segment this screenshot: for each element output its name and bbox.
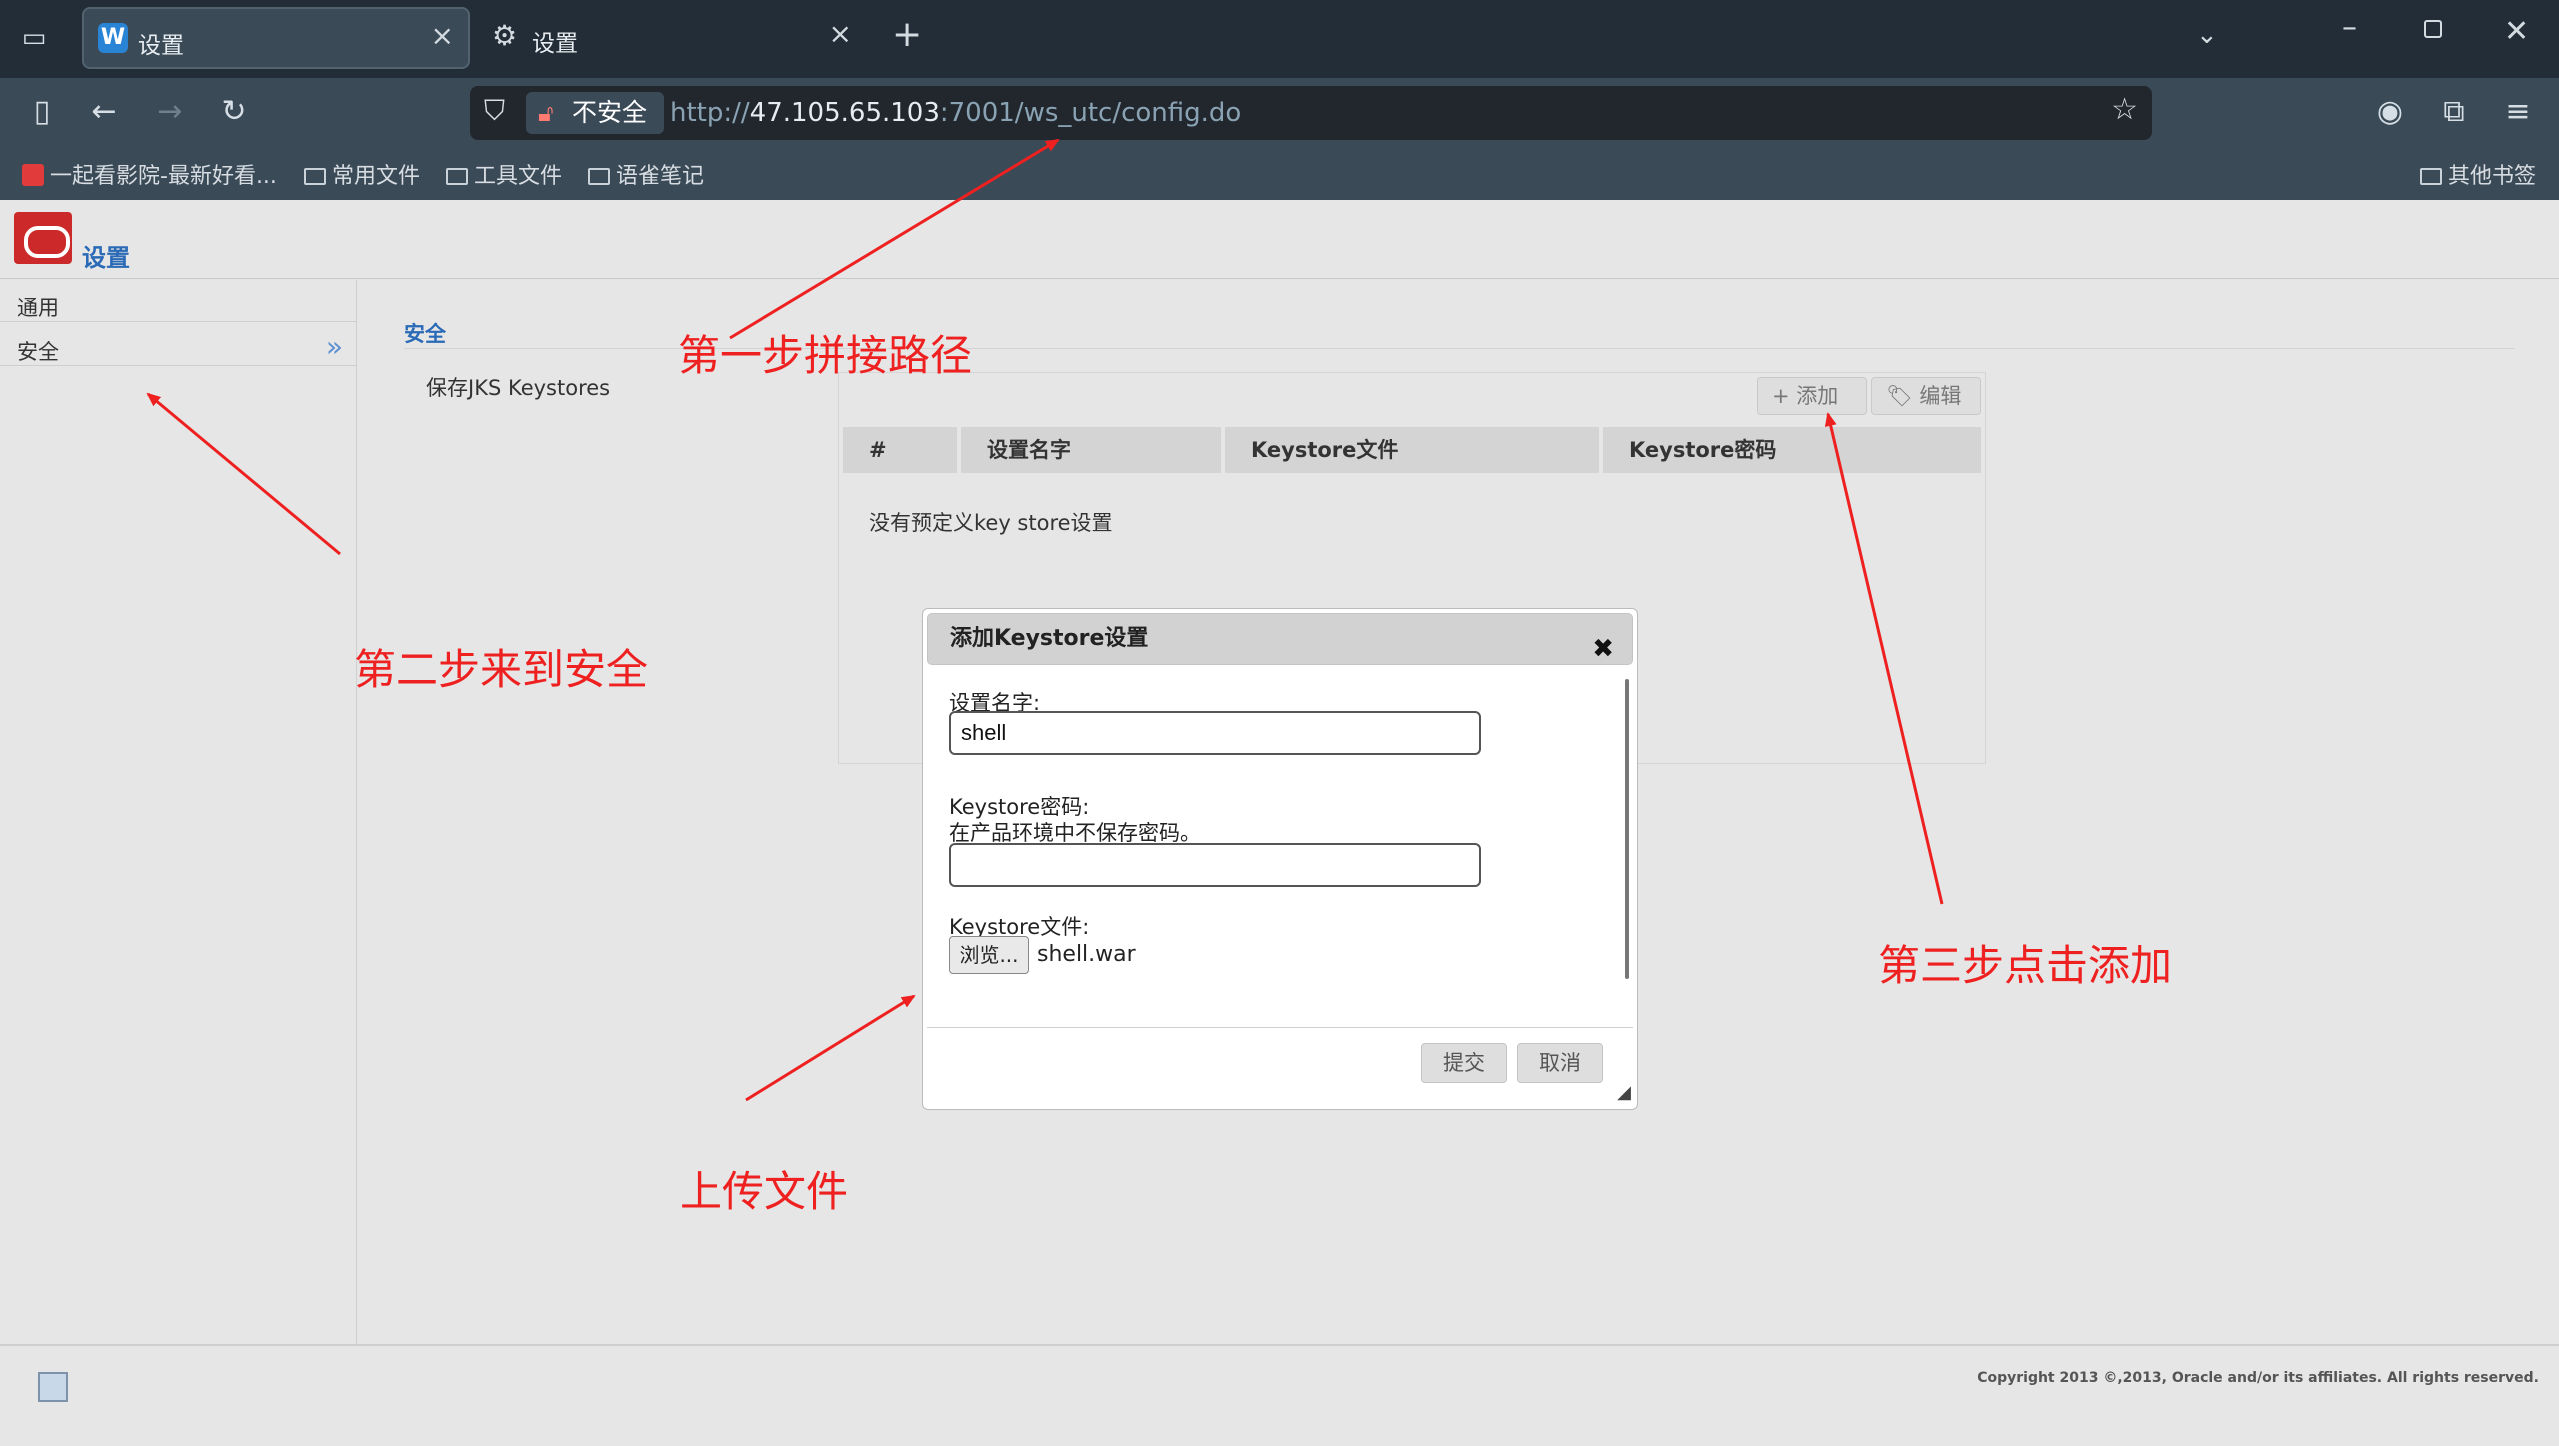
column-header: Keystore密码: [1603, 427, 1981, 473]
close-window-icon[interactable]: ✕: [2504, 14, 2529, 49]
minimize-icon[interactable]: –: [2342, 10, 2357, 45]
header-divider: [0, 278, 2559, 279]
close-icon[interactable]: ✖: [1592, 624, 1614, 674]
plus-icon: +: [1772, 384, 1797, 408]
dialog-scrollbar[interactable]: [1625, 679, 1629, 979]
gear-icon: ⚙: [492, 19, 518, 52]
bookmark-label: 一起看影院-最新好看...: [50, 164, 277, 189]
shield-icon[interactable]: ⛉: [484, 94, 505, 128]
url-path: :7001/ws_utc/config.do: [939, 98, 1242, 128]
section-title: 安全: [404, 322, 446, 346]
bookmark-label: 常用文件: [332, 164, 421, 189]
insecure-badge[interactable]: 🔓︎ 不安全: [526, 92, 664, 134]
edit-label: 编辑: [1919, 384, 1962, 408]
browser-tab[interactable]: ⚙ 设置 ×: [478, 7, 866, 69]
footer-divider: [0, 1344, 2559, 1346]
add-button[interactable]: + 添加: [1757, 377, 1867, 415]
bookmark-folder[interactable]: 工具文件: [446, 158, 562, 190]
password-field[interactable]: [949, 843, 1481, 887]
video-site-icon: [22, 164, 44, 186]
selected-file-name: shell.war: [1037, 942, 1136, 967]
unlocked-lock-icon: 🔓︎: [538, 99, 554, 127]
folder-icon: [446, 168, 468, 185]
other-bookmarks-folder[interactable]: 其他书签: [2420, 158, 2536, 190]
bookmark-folder[interactable]: 语雀笔记: [588, 158, 704, 190]
sidebar-item-general[interactable]: 通用: [0, 280, 357, 322]
tab-list-chevron-icon[interactable]: ⌄: [2196, 20, 2218, 50]
folder-icon: [588, 168, 610, 185]
sidebar-item-security[interactable]: 安全 »: [0, 324, 357, 366]
browser-tab-bar: ▭ W 设置 × ⚙ 设置 × + ⌄ – ✕: [0, 0, 2559, 78]
oracle-logo: [14, 212, 72, 264]
name-field[interactable]: [949, 711, 1481, 755]
bookmark-label: 语雀笔记: [616, 164, 705, 189]
copyright-text: Copyright 2013 ©,2013, Oracle and/or its…: [1977, 1370, 2539, 1386]
forward-arrow-icon[interactable]: →: [150, 92, 190, 132]
folder-icon: [2420, 168, 2442, 185]
column-header: #: [843, 427, 957, 473]
cancel-button[interactable]: 取消: [1517, 1043, 1603, 1083]
settings-sidebar: 通用 安全 »: [0, 280, 357, 1344]
resize-grip-icon[interactable]: ◢: [1617, 1082, 1631, 1103]
column-header: 设置名字: [961, 427, 1221, 473]
sidebar-toggle-icon[interactable]: ▯: [22, 92, 62, 132]
tab-close-icon[interactable]: ×: [431, 19, 454, 52]
account-icon[interactable]: ◉: [2370, 92, 2410, 132]
tab-title: 设置: [138, 33, 184, 59]
browse-button[interactable]: 浏览...: [949, 936, 1029, 974]
url-prefix: http://: [670, 98, 750, 128]
web-page: 设置 通用 安全 » 安全 保存JKS Keystores + 添加 🏷︎ 编辑…: [0, 200, 2559, 1446]
reload-icon[interactable]: ↻: [214, 92, 254, 132]
bookmark-folder[interactable]: 常用文件: [304, 158, 420, 190]
annotation-upload: 上传文件: [680, 1167, 849, 1216]
add-label: 添加: [1796, 384, 1839, 408]
weblogic-favicon-icon: W: [98, 23, 128, 53]
bookmark-label: 工具文件: [474, 164, 563, 189]
restore-icon[interactable]: [2424, 20, 2442, 38]
bookmarks-bar: 一起看影院-最新好看... 常用文件 工具文件 语雀笔记 其他书签: [0, 148, 2559, 200]
dialog-title-bar[interactable]: 添加Keystore设置 ✖: [927, 613, 1633, 665]
back-arrow-icon[interactable]: ←: [84, 92, 124, 132]
bookmark-item[interactable]: 一起看影院-最新好看...: [22, 158, 277, 190]
tag-icon: 🏷︎: [1886, 384, 1920, 408]
empty-table-message: 没有预定义key store设置: [869, 511, 1113, 535]
url-text[interactable]: http://47.105.65.103:7001/ws_utc/config.…: [670, 98, 1241, 128]
dialog-title: 添加Keystore设置: [950, 626, 1149, 651]
address-bar[interactable]: ⛉ 🔓︎ 不安全 http://47.105.65.103:7001/ws_ut…: [470, 86, 2152, 140]
sidebar-item-label: 通用: [17, 296, 59, 320]
sidebar-item-label: 安全: [17, 340, 59, 364]
dialog-footer-divider: [927, 1027, 1633, 1028]
keystores-label: 保存JKS Keystores: [426, 376, 611, 400]
tab-close-icon[interactable]: ×: [829, 17, 852, 50]
star-bookmark-icon[interactable]: ☆: [2111, 92, 2138, 127]
browser-tab-active[interactable]: W 设置 ×: [82, 7, 470, 69]
image-icon[interactable]: [38, 1372, 68, 1402]
tab-manager-icon[interactable]: ▭: [14, 18, 54, 58]
annotation-step3: 第三步点击添加: [1878, 941, 2173, 990]
new-tab-button[interactable]: +: [892, 14, 922, 55]
insecure-label: 不安全: [572, 98, 648, 127]
double-chevron-right-icon: »: [325, 330, 343, 363]
extensions-icon[interactable]: ⧉: [2434, 92, 2474, 132]
page-title: 设置: [82, 244, 130, 272]
url-host: 47.105.65.103: [749, 98, 940, 128]
folder-icon: [304, 168, 326, 185]
column-header: Keystore文件: [1225, 427, 1599, 473]
bookmark-label: 其他书签: [2448, 164, 2537, 189]
edit-button[interactable]: 🏷︎ 编辑: [1871, 377, 1981, 415]
annotation-step1: 第一步拼接路径: [678, 331, 973, 380]
submit-button[interactable]: 提交: [1421, 1043, 1507, 1083]
browser-nav-bar: ▯ ← → ↻ ⛉ 🔓︎ 不安全 http://47.105.65.103:70…: [0, 78, 2559, 148]
menu-icon[interactable]: ≡: [2498, 92, 2538, 132]
annotation-step2: 第二步来到安全: [354, 645, 649, 694]
add-keystore-dialog: 添加Keystore设置 ✖ 设置名字: Keystore密码: 在产品环境中不…: [922, 608, 1638, 1110]
tab-title: 设置: [532, 31, 578, 57]
